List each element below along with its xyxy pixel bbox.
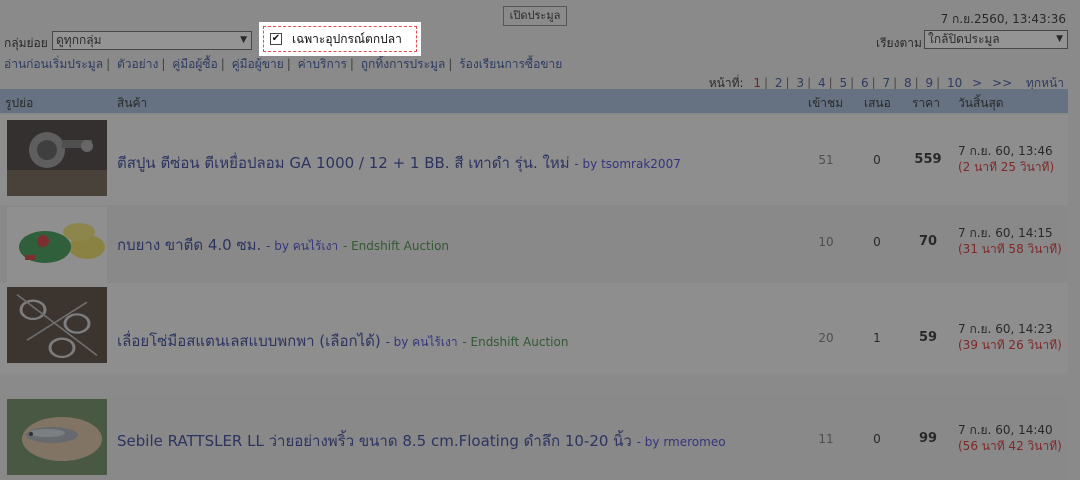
- page-link[interactable]: 10: [947, 76, 962, 90]
- price: 99: [918, 431, 938, 446]
- page-link[interactable]: 8: [904, 76, 912, 90]
- bids-count: 0: [873, 235, 881, 249]
- table-row: ตีสปูน ตีซ่อน ตีเหยื่อปลอม GA 1000 / 12 …: [0, 115, 1068, 205]
- time-left: (56 นาที 42 วินาที): [958, 439, 1062, 453]
- time-left: (39 นาที 26 วินาที): [958, 338, 1062, 352]
- product-thumbnail[interactable]: [7, 287, 107, 363]
- page-current: 1: [753, 76, 762, 90]
- table-row: Sebile RATTSLER LL ว่ายอย่างพริ้ว ขนาด 8…: [0, 395, 1068, 480]
- views-count: 20: [818, 331, 834, 345]
- shop-link[interactable]: - Endshift Auction: [462, 335, 568, 349]
- nav-link-seller-guide[interactable]: คู่มือผู้ขาย: [232, 57, 284, 71]
- separator: |: [106, 57, 111, 71]
- nav-link-fees[interactable]: ค่าบริการ: [298, 57, 347, 71]
- separator: |: [349, 57, 354, 71]
- end-time: 7 ก.ย. 60, 14:23 (39 นาที 26 วินาที): [958, 321, 1062, 353]
- col-price[interactable]: ราคา: [912, 94, 940, 113]
- end-date: 7 ก.ย. 60, 14:15: [958, 226, 1053, 240]
- end-time: 7 ก.ย. 60, 13:46 (2 นาที 25 วินาที): [958, 143, 1054, 175]
- help-links: อ่านก่อนเริ่มประมูล | ตัวอย่าง | คู่มือผู้…: [4, 55, 562, 74]
- pager-label: หน้าที่:: [708, 76, 744, 90]
- current-datetime: 7 ก.ย.2560, 13:43:36: [940, 12, 1066, 26]
- bids-count: 0: [873, 432, 881, 446]
- sort-select[interactable]: ใกล้ปิดประมูล ▼: [924, 30, 1068, 49]
- chevron-down-icon: ▼: [240, 35, 247, 45]
- seller-link[interactable]: - by tsomrak2007: [574, 157, 680, 171]
- product-title-text[interactable]: เลื่อยโซ่มือสแตนเลสแบบพกพา (เลือกได้): [117, 332, 381, 350]
- nav-link-read-first[interactable]: อ่านก่อนเริ่มประมูล: [4, 57, 103, 71]
- end-time: 7 ก.ย. 60, 14:40 (56 นาที 42 วินาที): [958, 422, 1062, 454]
- product-thumbnail[interactable]: [7, 120, 107, 196]
- separator: |: [161, 57, 166, 71]
- page-link[interactable]: 4: [818, 76, 826, 90]
- nav-link-complaints[interactable]: ร้องเรียนการซื้อขาย: [459, 57, 562, 71]
- page-link[interactable]: 6: [861, 76, 869, 90]
- product-title[interactable]: กบยาง ขาตีด 4.0 ซม. - by คนไร้เงา - Ends…: [117, 233, 449, 257]
- bids-count: 1: [873, 331, 881, 345]
- table-header: รูปย่อ สินค้า เข้าชม เสนอ ราคา วันสิ้นสุ…: [0, 89, 1068, 113]
- price: 59: [918, 330, 938, 345]
- sort-select-value: ใกล้ปิดประมูล: [928, 32, 1000, 46]
- seller-link[interactable]: - by คนไร้เงา: [266, 239, 338, 253]
- separator: |: [220, 57, 225, 71]
- page-all[interactable]: ทุกหน้า: [1026, 76, 1064, 90]
- col-product: สินค้า: [117, 96, 148, 110]
- col-bids[interactable]: เสนอ: [864, 94, 891, 113]
- filter-label: เฉพาะอุปกรณ์ตกปลา: [292, 31, 402, 46]
- separator: |: [286, 57, 291, 71]
- group-select[interactable]: ดูทุกกลุ่ม ▼: [52, 31, 252, 50]
- table-row: เลื่อยโซ่มือสแตนเลสแบบพกพา (เลือกได้) - …: [0, 283, 1068, 373]
- shop-link[interactable]: - Endshift Auction: [343, 239, 449, 253]
- price: 559: [914, 152, 942, 167]
- page-link[interactable]: 3: [796, 76, 804, 90]
- nav-link-example[interactable]: ตัวอย่าง: [117, 57, 158, 71]
- fishing-gear-filter[interactable]: ✔ เฉพาะอุปกรณ์ตกปลา: [259, 22, 421, 56]
- end-date: 7 ก.ย. 60, 13:46: [958, 144, 1053, 158]
- nav-link-buyer-guide[interactable]: คู่มือผู้ซื้อ: [172, 57, 218, 71]
- filter-checkbox[interactable]: ✔: [270, 33, 282, 45]
- chevron-down-icon: ▼: [1056, 34, 1063, 44]
- separator: |: [448, 57, 453, 71]
- product-title[interactable]: Sebile RATTSLER LL ว่ายอย่างพริ้ว ขนาด 8…: [117, 429, 726, 453]
- seller-link[interactable]: - by rmeromeo: [637, 435, 726, 449]
- sort-label: เรียงตาม: [876, 36, 922, 50]
- page-next[interactable]: >: [972, 76, 982, 90]
- page-link[interactable]: 9: [926, 76, 934, 90]
- col-thumb: รูปย่อ: [5, 96, 34, 110]
- nav-link-abandoned[interactable]: ถูกทิ้งการประมูล: [361, 57, 446, 71]
- col-views[interactable]: เข้าชม: [808, 94, 843, 113]
- views-count: 11: [818, 432, 834, 446]
- views-count: 10: [818, 235, 834, 249]
- product-thumbnail[interactable]: [7, 399, 107, 475]
- time-left: (2 นาที 25 วินาที): [958, 160, 1055, 174]
- product-thumbnail[interactable]: [7, 207, 107, 283]
- col-end[interactable]: วันสิ้นสุด: [958, 94, 1004, 113]
- group-select-value: ดูทุกกลุ่ม: [56, 33, 102, 47]
- product-title-text[interactable]: ตีสปูน ตีซ่อน ตีเหยื่อปลอม GA 1000 / 12 …: [117, 154, 570, 172]
- page-link[interactable]: 2: [775, 76, 783, 90]
- product-title[interactable]: ตีสปูน ตีซ่อน ตีเหยื่อปลอม GA 1000 / 12 …: [117, 151, 681, 175]
- end-date: 7 ก.ย. 60, 14:23: [958, 322, 1053, 336]
- time-left: (31 นาที 58 วินาที): [958, 242, 1062, 256]
- page-link[interactable]: 7: [882, 76, 890, 90]
- seller-link[interactable]: - by คนไร้เงา: [385, 335, 457, 349]
- open-auction-button[interactable]: เปิดประมูล: [503, 6, 567, 26]
- page-link[interactable]: 5: [839, 76, 847, 90]
- views-count: 51: [818, 153, 834, 167]
- end-time: 7 ก.ย. 60, 14:15 (31 นาที 58 วินาที): [958, 225, 1062, 257]
- product-title-text[interactable]: Sebile RATTSLER LL ว่ายอย่างพริ้ว ขนาด 8…: [117, 432, 632, 450]
- page-last[interactable]: >>: [992, 76, 1012, 90]
- product-title-text[interactable]: กบยาง ขาตีด 4.0 ซม.: [117, 236, 261, 254]
- bids-count: 0: [873, 153, 881, 167]
- product-title[interactable]: เลื่อยโซ่มือสแตนเลสแบบพกพา (เลือกได้) - …: [117, 329, 568, 353]
- group-label: กลุ่มย่อย: [4, 36, 48, 50]
- end-date: 7 ก.ย. 60, 14:40: [958, 423, 1053, 437]
- table-row: กบยาง ขาตีด 4.0 ซม. - by คนไร้เงา - Ends…: [0, 205, 1068, 295]
- price: 70: [918, 234, 938, 249]
